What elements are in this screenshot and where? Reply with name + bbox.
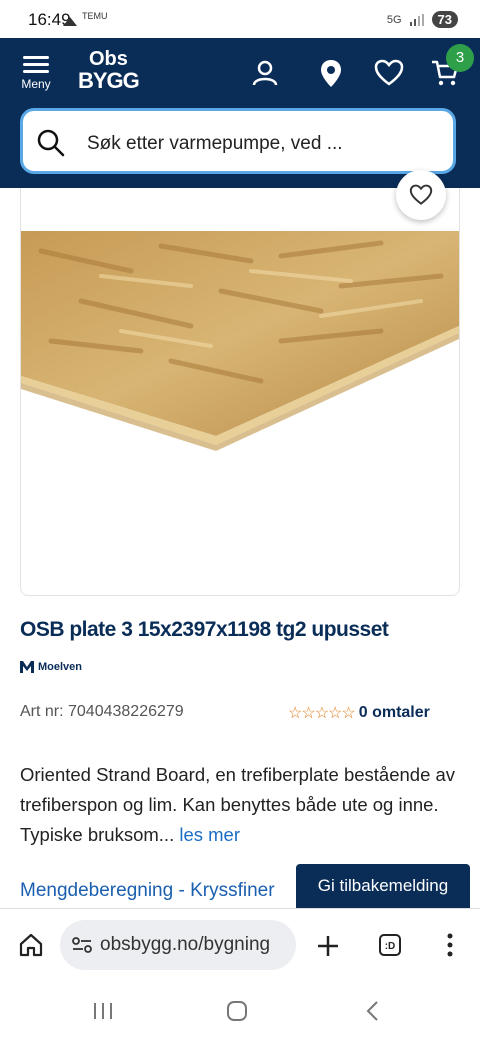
network-type: 5G: [386, 13, 402, 26]
rating-stars: ☆☆☆☆☆: [288, 705, 356, 722]
menu-label: Meny: [21, 77, 51, 91]
add-to-favorites-button[interactable]: [396, 170, 446, 220]
product-description: Oriented Strand Board, en trefiberplate …: [20, 760, 466, 850]
home-icon[interactable]: [18, 932, 44, 958]
home-circle-icon[interactable]: [226, 1000, 248, 1022]
hamburger-icon-bar: [23, 70, 49, 73]
address-bar[interactable]: obsbygg.no/bygning: [60, 920, 296, 970]
quantity-calculator-link[interactable]: Mengdeberegning - Kryssfiner: [20, 880, 275, 902]
feedback-button[interactable]: Gi tilbakemelding: [296, 864, 470, 908]
tab-switcher-button[interactable]: :D: [379, 934, 401, 956]
account-icon[interactable]: [250, 58, 280, 88]
logo-text-top: Obs: [88, 48, 128, 70]
hamburger-icon-bar: [23, 63, 49, 66]
obs-bygg-logo[interactable]: Obs BYGG: [78, 48, 140, 93]
search-placeholder: Søk etter varmepumpe, ved ...: [87, 133, 343, 154]
article-number: Art nr: 7040438226279: [20, 703, 184, 720]
new-tab-plus-icon[interactable]: [316, 934, 340, 958]
recent-apps-icon[interactable]: [92, 1001, 114, 1021]
heart-icon: [409, 184, 433, 205]
search-input[interactable]: Søk etter varmepumpe, ved ...: [20, 108, 456, 174]
search-icon: [37, 129, 65, 157]
site-settings-icon[interactable]: [72, 936, 92, 954]
read-more-link[interactable]: les mer: [179, 824, 240, 845]
brand-name: Moelven: [38, 661, 83, 673]
temu-notification: TEMU: [82, 11, 108, 21]
menu-button[interactable]: Meny: [16, 52, 56, 91]
signal-icon: [409, 13, 424, 26]
wishlist-heart-icon[interactable]: [374, 58, 404, 88]
back-icon[interactable]: [364, 1000, 380, 1022]
hamburger-icon: [23, 56, 49, 59]
review-count: 0 omtaler: [358, 704, 430, 721]
rating-summary[interactable]: ☆☆☆☆☆ 0 omtaler: [288, 703, 430, 723]
cart-count-badge: 3: [446, 44, 474, 72]
store-location-icon[interactable]: [316, 58, 346, 88]
system-indicators: 5G 73: [387, 11, 458, 28]
product-title: OSB plate 3 15x2397x1198 tg2 upusset: [20, 618, 389, 641]
overflow-menu-icon[interactable]: [444, 932, 456, 958]
home-signal-icon: [63, 17, 77, 26]
url-text: obsbygg.no/bygning: [100, 934, 271, 955]
status-bar: 16:49 TEMU 5G 73: [0, 0, 480, 38]
battery-level: 73: [431, 11, 458, 28]
logo-text-bottom: BYGG: [78, 68, 140, 93]
brand-logo[interactable]: Moelven: [20, 661, 82, 673]
product-image: [21, 231, 459, 451]
moelven-logo-icon: [20, 661, 34, 673]
